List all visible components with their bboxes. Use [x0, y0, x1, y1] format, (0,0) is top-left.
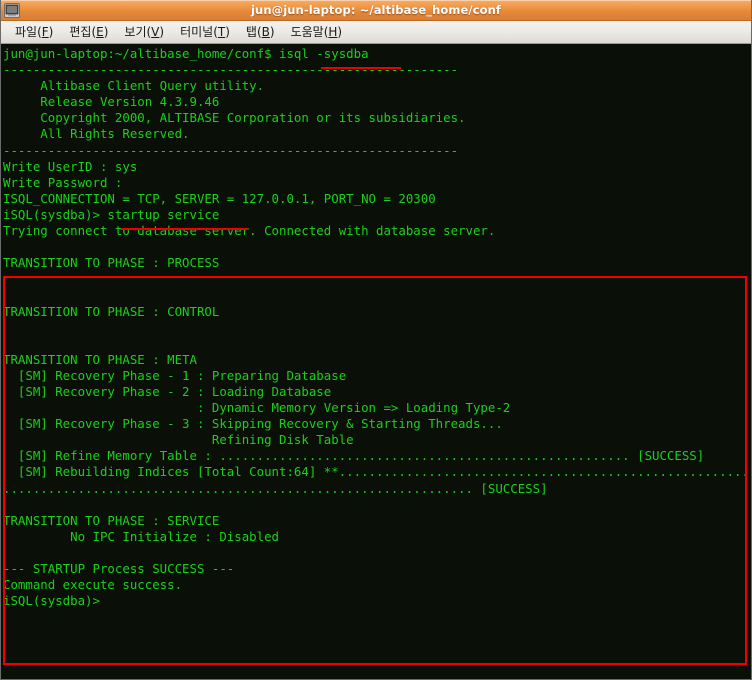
menu-item-edit[interactable]: 편집(E)	[61, 23, 116, 42]
menu-item-view-post: )	[159, 24, 165, 39]
menu-item-file-pre: 파일(	[15, 24, 42, 39]
window-titlebar[interactable]: jun@jun-laptop: ~/altibase_home/conf	[1, 0, 751, 21]
terminal-line: No IPC Initialize : Disabled	[3, 528, 280, 544]
annotation-underline-startup-service	[121, 228, 248, 230]
terminal-line: ISQL_CONNECTION = TCP, SERVER = 127.0.0.…	[3, 190, 436, 206]
terminal-line: Altibase Client Query utility.	[3, 78, 265, 94]
menu-item-tabs-pre: 탭(	[245, 24, 262, 39]
menu-item-terminal[interactable]: 터미널(T)	[172, 23, 238, 42]
terminal-line: [SM] Recovery Phase - 1 : Preparing Data…	[3, 367, 347, 383]
terminal-line: --- STARTUP Process SUCCESS ---	[3, 561, 235, 576]
menu-item-file[interactable]: 파일(F)	[7, 23, 61, 42]
menu-item-help-post: )	[337, 24, 343, 39]
menu-item-file-mnemonic: F	[41, 24, 49, 39]
menu-item-terminal-pre: 터미널(	[180, 24, 218, 39]
menu-bar: 파일(F) 편집(E) 보기(V) 터미널(T) 탭(B) 도움말(H)	[1, 21, 751, 44]
terminal-line: ----------------------------------------…	[3, 62, 459, 78]
terminal-line: All Rights Reserved.	[3, 126, 190, 142]
terminal-line: TRANSITION TO PHASE : PROCESS	[3, 255, 220, 271]
terminal-line: Command execute success.	[3, 577, 183, 593]
terminal-line: jun@jun-laptop:~/altibase_home/conf$ isq…	[3, 46, 369, 61]
menu-item-help-pre: 도움말(	[290, 24, 329, 39]
terminal-line: iSQL(sysdba)>	[3, 593, 100, 609]
terminal-line: ........................................…	[3, 480, 548, 496]
window-title: jun@jun-laptop: ~/altibase_home/conf	[250, 3, 501, 17]
menu-item-help[interactable]: 도움말(H)	[283, 23, 351, 42]
terminal-icon	[4, 2, 20, 18]
terminal-line: Copyright 2000, ALTIBASE Corporation or …	[3, 110, 466, 126]
terminal-line: Trying connect to database server. Conne…	[3, 223, 496, 239]
terminal-line: TRANSITION TO PHASE : META	[3, 351, 197, 367]
terminal-screen[interactable]: jun@jun-laptop:~/altibase_home/conf$ isq…	[1, 44, 751, 679]
terminal-window: jun@jun-laptop: ~/altibase_home/conf 파일(…	[0, 0, 752, 680]
menu-item-edit-pre: 편집(	[69, 24, 97, 39]
menu-item-view[interactable]: 보기(V)	[116, 23, 172, 42]
menu-item-edit-mnemonic: E	[96, 24, 104, 39]
terminal-line: [SM] Rebuilding Indices [Total Count:64]…	[3, 464, 751, 480]
menu-item-terminal-post: )	[225, 24, 230, 39]
terminal-output: jun@jun-laptop:~/altibase_home/conf$ isq…	[1, 44, 751, 679]
menu-item-tabs[interactable]: 탭(B)	[238, 23, 283, 42]
terminal-line: [SM] Refine Memory Table : .............…	[3, 448, 705, 464]
terminal-line: [SM] Recovery Phase - 2 : Loading Databa…	[3, 383, 332, 399]
terminal-line: Write UserID : sys	[3, 158, 138, 174]
menu-item-tabs-mnemonic: B	[261, 24, 270, 39]
terminal-line: TRANSITION TO PHASE : SERVICE	[3, 512, 220, 528]
annotation-underline-isql-sysdba	[321, 67, 401, 69]
terminal-line: Write Password :	[3, 174, 130, 190]
menu-item-file-post: )	[48, 24, 54, 39]
terminal-line: [SM] Recovery Phase - 3 : Skipping Recov…	[3, 416, 503, 432]
terminal-line: Refining Disk Table	[3, 432, 354, 448]
terminal-line: : Dynamic Memory Version => Loading Type…	[3, 400, 511, 416]
terminal-line: iSQL(sysdba)> startup service	[3, 206, 220, 222]
terminal-line: Release Version 4.3.9.46	[3, 94, 220, 110]
terminal-line: TRANSITION TO PHASE : CONTROL	[3, 303, 220, 319]
menu-item-edit-post: )	[103, 24, 109, 39]
terminal-line: ----------------------------------------…	[3, 142, 459, 158]
menu-item-view-pre: 보기(	[124, 24, 152, 39]
menu-item-tabs-post: )	[269, 24, 275, 39]
